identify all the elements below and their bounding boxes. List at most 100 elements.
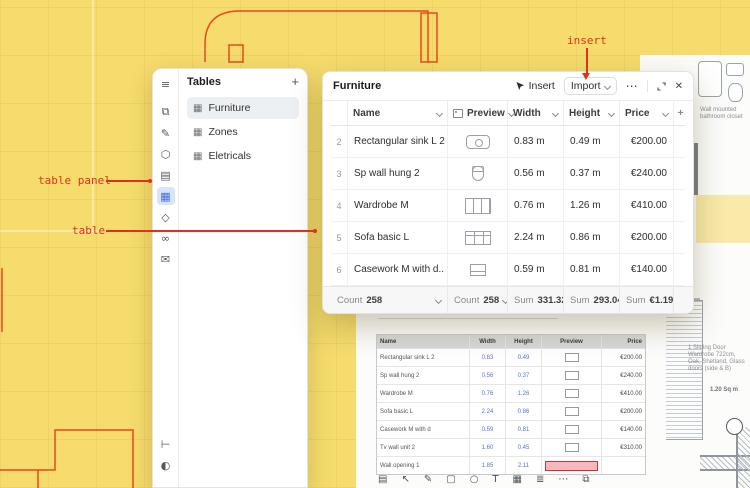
menu-button[interactable] [157,75,175,93]
cell-name[interactable]: Wardrobe M [347,190,447,221]
add-table-button[interactable]: + [291,77,299,87]
sidebar-item-eletricals[interactable]: Eletricals [187,145,299,167]
summary-count-preview[interactable]: Count 258 [447,287,507,313]
insert-button[interactable]: Insert [515,80,555,92]
sidebar-item-zones[interactable]: Zones [187,121,299,143]
app-canvas[interactable]: Wall mounted bathroom closet 1 Sliding D… [0,0,750,488]
cell-price[interactable]: €140.00 [619,254,673,285]
cell-preview[interactable] [447,254,507,285]
table-icon [193,103,202,114]
table-row[interactable]: 3 Sp wall hung 2 0.56 m 0.37 m €240.00 [331,158,685,190]
list-tool-icon[interactable] [536,474,544,485]
column-header-name[interactable]: Name [347,101,447,125]
cell-preview[interactable] [447,158,507,189]
more-tools-icon[interactable] [558,474,568,485]
mini-col-height: Height [505,335,541,348]
clipboard-button[interactable] [157,166,175,184]
tables-header: Tables + [187,76,299,88]
layers-tool-icon[interactable] [582,474,589,485]
bathtub-symbol [698,61,722,97]
circle-tool-icon[interactable] [470,474,479,485]
mini-table-row: Rectangular sink L 2 0.83 0.49 €200.00 [377,348,645,366]
layers-button[interactable] [157,103,175,121]
cell-height[interactable]: 0.49 m [563,126,619,157]
import-button[interactable]: Import [564,77,617,95]
table-panel-button[interactable] [157,187,175,205]
cell-width[interactable]: 0.83 m [507,126,563,157]
mini-table-row: Wardrobe M 0.76 1.26 €410.00 [377,384,645,402]
select-tool-icon[interactable] [401,474,409,485]
column-header-price[interactable]: Price [619,101,673,125]
cell-width[interactable]: 0.76 m [507,190,563,221]
mini-table-header: Name Width Height Preview Price [377,335,645,348]
cell-preview[interactable] [447,126,507,157]
expand-button[interactable] [657,82,666,91]
summary-sum-width[interactable]: Sum 331.32.. [507,287,563,313]
comment-button[interactable] [157,250,175,268]
cell-price[interactable]: €200.00 [619,126,673,157]
annotation-table-panel: table panel [38,174,111,187]
cell-name[interactable]: Sp wall hung 2 [347,158,447,189]
cell-price[interactable]: €410.00 [619,190,673,221]
cell-name[interactable]: Casework M with d.. [347,254,447,285]
dock-button[interactable] [157,435,175,453]
pen-tool-icon[interactable] [424,474,432,485]
cell-price[interactable]: €240.00 [619,158,673,189]
text-tool-icon[interactable] [492,474,498,485]
furniture-table-panel: Furniture Insert Import [322,71,694,314]
ghost-plan-line [92,0,94,232]
layers-icon [162,105,170,119]
cell-preview[interactable] [447,190,507,221]
document-page[interactable]: Name Width Height Preview Price Rectangu… [356,292,666,488]
cell-height[interactable]: 0.37 m [563,158,619,189]
summary-sum-price[interactable]: Sum €1.19.. [619,287,673,313]
cell-price[interactable]: €200.00 [619,222,673,253]
link-icon [161,232,170,245]
more-options-button[interactable] [626,79,638,93]
cell-height[interactable]: 0.81 m [563,254,619,285]
column-header-height[interactable]: Height [563,101,619,125]
table-row[interactable]: 2 Rectangular sink L 2 0.83 m 0.49 m €20… [331,126,685,158]
cell-preview[interactable] [447,222,507,253]
draw-button[interactable] [157,124,175,142]
comment-icon [161,253,170,266]
image-field-icon [453,109,463,118]
cell-width[interactable]: 0.59 m [507,254,563,285]
sidebar-item-label: Eletricals [208,150,251,162]
import-button-label: Import [571,80,601,92]
table-tool-icon[interactable] [513,474,522,485]
annotation-insert-arrowhead [582,73,590,80]
cell-name[interactable]: Rectangular sink L 2 [347,126,447,157]
summary-count-name[interactable]: Count 258 [331,287,447,313]
link-button[interactable] [157,229,175,247]
cell-width[interactable]: 0.56 m [507,158,563,189]
close-button[interactable] [675,81,683,92]
divider [647,80,648,92]
table-row[interactable]: 5 Sofa basic L 2.24 m 0.86 m €200.00 [331,222,685,254]
insert-button-label: Insert [529,80,555,92]
table-summary-footer: Count 258 Count 258 Sum 331.32.. Sum 293… [323,286,693,313]
wardrobe-preview-icon [465,198,491,214]
tables-panel: Tables + Furniture Zones Eletricals [152,68,308,488]
column-header-preview[interactable]: Preview [447,101,507,125]
tag-button[interactable] [157,208,175,226]
theme-toggle-button[interactable] [157,456,175,474]
plan-label-closet: Wall mounted bathroom closet [700,107,746,121]
cell-width[interactable]: 2.24 m [507,222,563,253]
shapes-button[interactable] [157,145,175,163]
rectangle-tool-icon[interactable] [446,474,455,485]
cell-name[interactable]: Sofa basic L [347,222,447,253]
cell-height[interactable]: 1.26 m [563,190,619,221]
folder-icon[interactable] [378,474,387,485]
plan-circle-marker [726,418,743,435]
cell-height[interactable]: 0.86 m [563,222,619,253]
table-row[interactable]: 4 Wardrobe M 0.76 m 1.26 m €410.00 [331,190,685,222]
insert-cursor-icon [515,81,525,91]
mini-preview-glyph [565,371,579,380]
mini-col-width: Width [469,335,505,348]
sidebar-item-furniture[interactable]: Furniture [187,97,299,119]
table-row[interactable]: 6 Casework M with d.. 0.59 m 0.81 m €140… [331,254,685,286]
add-column-button[interactable]: + [673,101,687,125]
chevron-down-icon [604,82,611,89]
summary-sum-height[interactable]: Sum 293.04.. [563,287,619,313]
